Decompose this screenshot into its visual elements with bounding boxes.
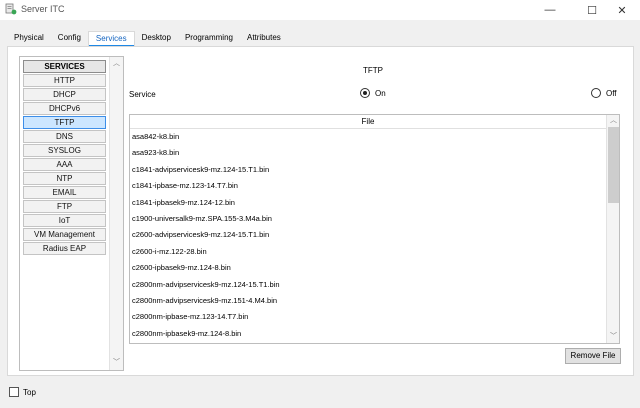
service-item-dns[interactable]: DNS (23, 130, 106, 143)
service-item-vm-management[interactable]: VM Management (23, 228, 106, 241)
file-row[interactable]: c2600-i-mz.122-28.bin (132, 244, 602, 260)
top-checkbox[interactable] (9, 387, 19, 397)
file-row[interactable]: c2600-ipbasek9-mz.124-8.bin (132, 260, 602, 276)
service-on-label: On (375, 88, 386, 98)
service-item-aaa[interactable]: AAA (23, 158, 106, 171)
services-header: SERVICES (23, 60, 106, 73)
file-row[interactable]: asa842-k8.bin (132, 129, 602, 145)
server-app-icon (5, 3, 17, 15)
service-item-ntp[interactable]: NTP (23, 172, 106, 185)
remove-file-button[interactable]: Remove File (565, 348, 621, 364)
service-item-http[interactable]: HTTP (23, 74, 106, 87)
services-scrollbar[interactable]: ︿ ﹀ (109, 57, 123, 370)
file-row[interactable]: c1841-advipservicesk9-mz.124-15.T1.bin (132, 162, 602, 178)
services-list-panel: SERVICES HTTP DHCP DHCPv6 TFTP DNS SYSLO… (19, 56, 124, 371)
chevron-down-icon[interactable]: ﹀ (110, 357, 123, 369)
minimize-button[interactable]: — (532, 0, 568, 20)
service-item-tftp[interactable]: TFTP (23, 116, 106, 129)
service-off-radio[interactable] (591, 88, 601, 98)
file-row[interactable]: c1841-ipbasek9-mz.124-12.bin (132, 195, 602, 211)
chevron-up-icon[interactable]: ︿ (607, 115, 619, 127)
top-label: Top (23, 388, 36, 397)
service-item-email[interactable]: EMAIL (23, 186, 106, 199)
file-row[interactable]: c2800nm-advipservicesk9-mz.124-15.T1.bin (132, 277, 602, 293)
service-off-label: Off (606, 88, 617, 98)
service-off-option[interactable]: Off (591, 88, 617, 98)
service-on-option[interactable]: On (360, 88, 386, 98)
scrollbar-thumb[interactable] (608, 127, 619, 203)
service-on-radio[interactable] (360, 88, 370, 98)
file-column-header: File (130, 115, 606, 129)
title-bar: Server ITC — ☐ ✕ (0, 0, 640, 20)
chevron-down-icon[interactable]: ﹀ (607, 331, 619, 343)
file-row[interactable]: c2600-advipservicesk9-mz.124-15.T1.bin (132, 227, 602, 243)
tab-bar: Physical Config Services Desktop Program… (7, 31, 288, 47)
file-list-table: File asa842-k8.bin asa923-k8.bin c1841-a… (129, 114, 620, 344)
service-item-dhcpv6[interactable]: DHCPv6 (23, 102, 106, 115)
file-rows: asa842-k8.bin asa923-k8.bin c1841-advips… (132, 129, 602, 342)
services-content-panel: SERVICES HTTP DHCP DHCPv6 TFTP DNS SYSLO… (7, 46, 634, 376)
tab-attributes[interactable]: Attributes (240, 31, 288, 46)
tab-programming[interactable]: Programming (178, 31, 240, 46)
tab-services[interactable]: Services (87, 31, 135, 47)
service-item-syslog[interactable]: SYSLOG (23, 144, 106, 157)
service-item-iot[interactable]: IoT (23, 214, 106, 227)
tab-physical[interactable]: Physical (7, 31, 51, 46)
file-row[interactable]: c2800nm-ipbase-mz.123-14.T7.bin (132, 309, 602, 325)
close-button[interactable]: ✕ (604, 0, 640, 20)
service-item-dhcp[interactable]: DHCP (23, 88, 106, 101)
service-label: Service (129, 90, 156, 99)
file-row[interactable]: c2800nm-ipbasek9-mz.124-8.bin (132, 326, 602, 342)
file-list-scrollbar[interactable]: ︿ ﹀ (606, 115, 619, 343)
tab-desktop[interactable]: Desktop (135, 31, 178, 46)
file-row[interactable]: c2800nm-advipservicesk9-mz.151-4.M4.bin (132, 293, 602, 309)
panel-title: TFTP (363, 66, 383, 75)
chevron-up-icon[interactable]: ︿ (110, 58, 123, 70)
window-title: Server ITC (21, 4, 65, 14)
services-list: SERVICES HTTP DHCP DHCPv6 TFTP DNS SYSLO… (23, 60, 106, 255)
file-row[interactable]: c1900-universalk9-mz.SPA.155-3.M4a.bin (132, 211, 602, 227)
service-item-radius-eap[interactable]: Radius EAP (23, 242, 106, 255)
file-row[interactable]: asa923-k8.bin (132, 145, 602, 161)
service-item-ftp[interactable]: FTP (23, 200, 106, 213)
tab-config[interactable]: Config (51, 31, 88, 46)
file-row[interactable]: c1841-ipbase-mz.123-14.T7.bin (132, 178, 602, 194)
